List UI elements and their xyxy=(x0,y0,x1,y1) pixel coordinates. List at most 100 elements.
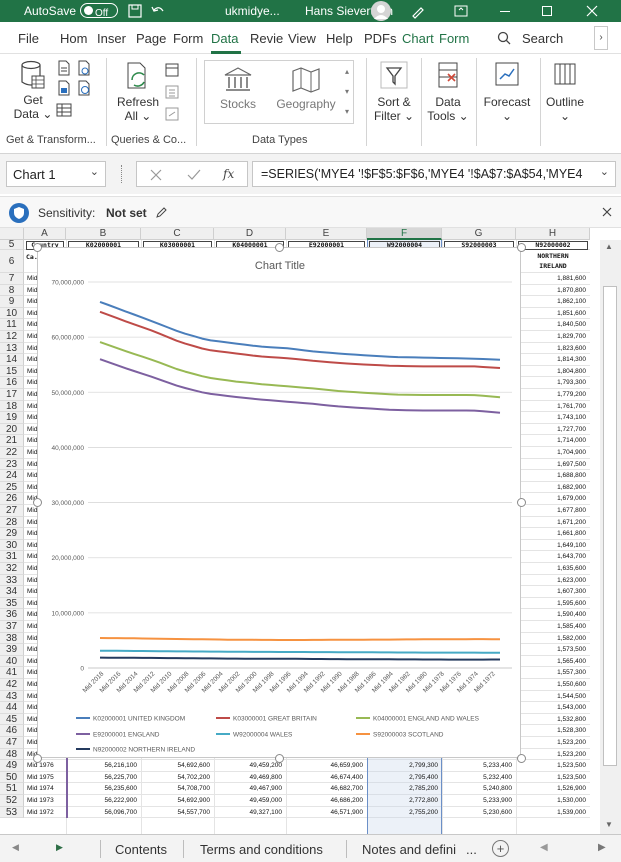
row-header[interactable]: 53 xyxy=(0,806,24,819)
row-header[interactable]: 43 xyxy=(0,690,24,703)
tab-chart-format[interactable]: Form xyxy=(439,31,469,46)
row-header[interactable]: 26 xyxy=(0,493,24,505)
cell-h[interactable]: 1,643,700 xyxy=(518,553,586,560)
geography-button[interactable]: Geography xyxy=(272,66,340,111)
tab-help[interactable]: Help xyxy=(326,31,353,46)
row-header[interactable]: 12 xyxy=(0,331,24,343)
series-line[interactable] xyxy=(99,637,500,641)
cell-a[interactable]: Mid xyxy=(27,716,37,723)
resize-handle[interactable] xyxy=(32,498,42,507)
cell-a[interactable]: Mid xyxy=(27,727,37,734)
cell-a[interactable]: Mid xyxy=(27,588,37,595)
column-header[interactable]: H xyxy=(516,228,590,240)
cell-h[interactable]: 1,565,400 xyxy=(518,658,586,665)
resize-handle[interactable] xyxy=(32,242,42,252)
row-header[interactable]: 33 xyxy=(0,574,24,587)
cell-h[interactable]: 1,862,100 xyxy=(518,298,586,305)
cell-e[interactable]: 46,659,900 xyxy=(288,762,363,769)
cell-h[interactable]: 1,635,600 xyxy=(518,565,586,572)
row-header[interactable]: 23 xyxy=(0,458,24,471)
cell-h[interactable]: 1,528,300 xyxy=(518,727,586,734)
legend-entry[interactable]: K04000001 ENGLAND AND WALES xyxy=(373,716,480,723)
row-header[interactable]: 18 xyxy=(0,400,24,413)
cell-d[interactable]: 49,467,900 xyxy=(216,785,282,792)
outline-button[interactable]: Outline ⌄ xyxy=(542,60,588,123)
cell-g[interactable]: 5,240,800 xyxy=(444,785,512,792)
cell-a[interactable]: Mid xyxy=(27,507,37,514)
ribbon-display-icon[interactable] xyxy=(454,4,468,18)
resize-handle[interactable] xyxy=(32,753,42,763)
autosave-toggle[interactable]: Off xyxy=(80,3,118,19)
resize-handle[interactable] xyxy=(516,242,526,252)
legend-entry[interactable]: K02000001 UNITED KINGDOM xyxy=(93,716,185,723)
cell-h[interactable]: 1,823,600 xyxy=(518,345,586,352)
cell-a[interactable]: Mid xyxy=(27,391,37,398)
header-cell[interactable]: N92000002 xyxy=(518,241,588,250)
cell-a[interactable]: Mid xyxy=(27,379,37,386)
column-header[interactable]: G xyxy=(442,228,516,240)
cell-h[interactable]: 1,761,700 xyxy=(518,403,586,410)
more-sheets[interactable]: ... xyxy=(466,842,477,857)
cell-c[interactable]: 54,692,600 xyxy=(143,762,210,769)
cell-h[interactable]: 1,743,100 xyxy=(518,414,586,421)
formula-input[interactable]: =SERIES('MYE4 '!$F$5:$F$6,'MYE4 '!$A$7:$… xyxy=(252,161,616,187)
row-header[interactable]: 30 xyxy=(0,539,24,552)
cell-c[interactable]: 54,692,900 xyxy=(143,797,210,804)
cell-d[interactable]: 49,469,800 xyxy=(216,774,282,781)
legend-entry[interactable]: K03000001 GREAT BRITAIN xyxy=(233,716,317,723)
pen-icon[interactable] xyxy=(410,3,426,19)
row-header[interactable]: 34 xyxy=(0,586,24,598)
row-header[interactable]: 36 xyxy=(0,609,24,621)
cell-a[interactable]: Mid xyxy=(27,530,37,537)
row-header[interactable]: 49 xyxy=(0,760,24,772)
cell-b[interactable]: 56,235,600 xyxy=(68,785,137,792)
cell-a[interactable]: Mid xyxy=(27,403,37,410)
line-chart[interactable]: Chart Title 0 10,000,000 20,000,000 30,000,0… xyxy=(38,248,522,759)
cell-h[interactable]: 1,829,700 xyxy=(518,333,586,340)
properties-icon[interactable] xyxy=(164,84,180,100)
cell-h[interactable]: 1,523,500 xyxy=(518,774,586,781)
series-line[interactable] xyxy=(99,300,501,361)
legend-entry[interactable]: N92000002 NORTHERN IRELAND xyxy=(93,747,195,754)
scroll-thumb[interactable] xyxy=(603,286,617,766)
cell-h[interactable]: 1,881,600 xyxy=(518,275,586,282)
cell-h[interactable]: 1,532,800 xyxy=(518,716,586,723)
stocks-button[interactable]: Stocks xyxy=(210,66,266,111)
cell-h[interactable]: 1,814,300 xyxy=(518,356,586,363)
cell-a[interactable]: Mid xyxy=(27,449,37,456)
row-header[interactable]: 39 xyxy=(0,644,24,656)
search-label[interactable]: Search xyxy=(522,31,563,46)
cell-h[interactable]: 1,550,600 xyxy=(518,681,586,688)
save-icon[interactable] xyxy=(128,4,142,18)
cell-e[interactable]: 46,682,700 xyxy=(288,785,363,792)
cell-h[interactable]: 1,688,800 xyxy=(518,472,586,479)
cell-g[interactable]: 5,233,400 xyxy=(444,762,512,769)
cell-a[interactable]: Mid xyxy=(27,669,37,676)
cell-g[interactable]: 5,230,600 xyxy=(444,809,512,816)
edit-pencil-icon[interactable] xyxy=(156,206,168,218)
cell-a[interactable]: Mid xyxy=(27,623,37,630)
row-header[interactable]: 7 xyxy=(0,273,24,285)
header-cell-h6[interactable]: NORTHERN xyxy=(518,252,588,260)
cell-h[interactable]: 1,682,900 xyxy=(518,484,586,491)
chart-object[interactable]: Chart Title 0 10,000,000 20,000,000 30,000,0… xyxy=(37,247,521,758)
cancel-icon[interactable] xyxy=(150,169,162,181)
search-icon[interactable] xyxy=(497,31,511,45)
row-header[interactable]: 16 xyxy=(0,377,24,389)
cell-h[interactable]: 1,526,900 xyxy=(518,785,586,792)
cell-a[interactable]: Mid xyxy=(27,437,37,444)
resize-handle[interactable] xyxy=(516,753,526,763)
legend-entry[interactable]: W92000004 WALES xyxy=(233,732,293,739)
cell-a[interactable]: Mid xyxy=(27,739,37,746)
cell-a[interactable]: Mid xyxy=(27,611,37,618)
cell-h[interactable]: 1,779,200 xyxy=(518,391,586,398)
cell-a[interactable]: Mid xyxy=(27,484,37,491)
avatar[interactable] xyxy=(371,1,391,21)
row-header[interactable]: 5 xyxy=(0,240,24,250)
cell-a[interactable]: Mid xyxy=(27,333,37,340)
next-sheet-arrow[interactable]: ▶ xyxy=(56,842,63,853)
cell-a[interactable]: Mid xyxy=(27,275,37,282)
cell-a[interactable]: Mid xyxy=(27,693,37,700)
cell-h[interactable]: 1,582,000 xyxy=(518,635,586,642)
row-header[interactable]: 29 xyxy=(0,528,24,540)
